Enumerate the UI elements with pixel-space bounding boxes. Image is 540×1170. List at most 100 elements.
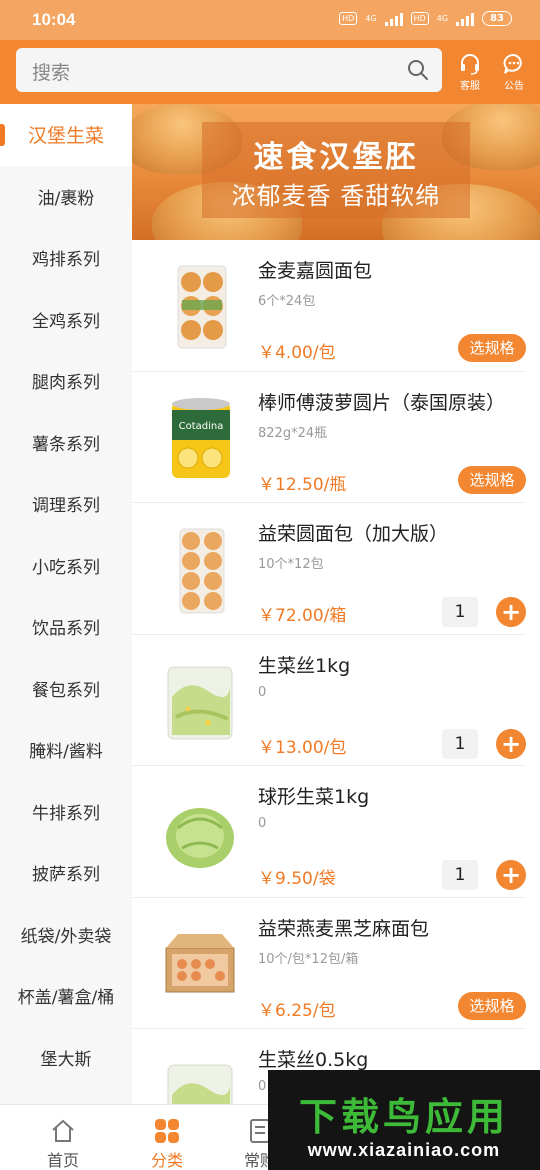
product-name: 益荣圆面包（加大版） bbox=[258, 523, 449, 545]
category-label: 腿肉系列 bbox=[32, 373, 100, 394]
product-price: ￥72.00/箱 bbox=[258, 606, 347, 626]
bun-pack-icon bbox=[179, 528, 225, 614]
product-spec: 0 bbox=[258, 1079, 267, 1094]
search-placeholder: 搜索 bbox=[32, 62, 71, 84]
can-label: Cotadina bbox=[179, 421, 224, 432]
category-item[interactable]: 腌料/酱料 bbox=[0, 719, 132, 781]
quantity-field[interactable]: 1 bbox=[442, 728, 478, 759]
product-spec: 822g*24瓶 bbox=[258, 425, 328, 441]
app-header: 10:04 HD 4G HD 4G 83 搜索 客服 公告 bbox=[0, 0, 540, 104]
bread-box-icon bbox=[165, 933, 235, 992]
hd-badge-2: HD bbox=[410, 12, 429, 25]
customer-service-button[interactable]: 客服 bbox=[448, 52, 492, 92]
product-item[interactable]: 球形生菜1kg 0 ￥9.50/袋 1 + bbox=[132, 766, 526, 898]
headset-icon bbox=[461, 54, 479, 75]
category-item[interactable]: 堡大斯 bbox=[0, 1027, 132, 1089]
product-price: ￥4.00/包 bbox=[258, 343, 336, 363]
tab-home[interactable]: 首页 bbox=[13, 1105, 113, 1170]
product-spec: 0 bbox=[258, 684, 267, 700]
category-label: 堡大斯 bbox=[40, 1049, 92, 1070]
plus-icon: + bbox=[500, 861, 522, 889]
home-icon bbox=[52, 1119, 74, 1142]
product-price: ￥12.50/瓶 bbox=[258, 474, 347, 495]
quantity-field[interactable]: 1 bbox=[442, 597, 478, 627]
category-item[interactable]: 鸡排系列 bbox=[0, 227, 132, 289]
network-label: 4G bbox=[365, 14, 377, 23]
notice-button[interactable]: 公告 bbox=[492, 52, 536, 92]
banner-subtitle: 浓郁麦香 香甜软绵 bbox=[231, 182, 441, 210]
product-name: 生菜丝0.5kg bbox=[258, 1049, 369, 1071]
category-label: 调理系列 bbox=[32, 496, 100, 517]
pineapple-can-icon: Cotadina bbox=[172, 397, 230, 478]
product-price: ￥9.50/袋 bbox=[258, 869, 336, 889]
category-label: 全鸡系列 bbox=[32, 311, 100, 332]
category-label: 纸袋/外卖袋 bbox=[20, 926, 112, 947]
product-spec: 6个*24包 bbox=[258, 294, 316, 309]
signal-icon-2 bbox=[456, 12, 475, 26]
select-spec-button[interactable]: 选规格 bbox=[458, 465, 526, 494]
lettuce-bag-icon bbox=[167, 666, 233, 739]
search-icon[interactable] bbox=[406, 58, 430, 82]
select-spec-button[interactable]: 选规格 bbox=[458, 334, 526, 362]
category-label: 饮品系列 bbox=[32, 619, 100, 640]
search-input[interactable]: 搜索 bbox=[16, 48, 442, 92]
promo-banner[interactable]: 速食汉堡胚 浓郁麦香 香甜软绵 bbox=[132, 104, 540, 240]
bun-pack-icon bbox=[177, 265, 227, 349]
product-name: 益荣燕麦黑芝麻面包 bbox=[258, 917, 430, 940]
quantity-field[interactable]: 1 bbox=[442, 860, 478, 890]
product-item[interactable]: 益荣圆面包（加大版） 10个*12包 ￥72.00/箱 1 + bbox=[132, 503, 526, 635]
add-to-cart-button[interactable]: + bbox=[496, 860, 526, 890]
category-sidebar: 汉堡生菜 油/裹粉 鸡排系列 全鸡系列 腿肉系列 薯条系列 调理系列 小吃系列 … bbox=[0, 104, 132, 1104]
product-item[interactable]: 益荣燕麦黑芝麻面包 10个/包*12包/箱 ￥6.25/包 选规格 bbox=[132, 898, 526, 1029]
category-item-hamburger[interactable]: 汉堡生菜 bbox=[0, 104, 132, 166]
category-item[interactable]: 小吃系列 bbox=[0, 535, 132, 597]
category-item[interactable]: 全鸡系列 bbox=[0, 289, 132, 351]
hd-badge: HD bbox=[339, 12, 358, 25]
category-item[interactable]: 饮品系列 bbox=[0, 596, 132, 658]
network-label-2: 4G bbox=[436, 14, 449, 23]
category-item[interactable]: 牛排系列 bbox=[0, 781, 132, 843]
tab-label: 分类 bbox=[150, 1151, 183, 1170]
category-label: 鸡排系列 bbox=[32, 250, 100, 271]
notice-label: 公告 bbox=[504, 81, 524, 92]
product-list: 金麦嘉圆面包 6个*24包 ￥4.00/包 选规格 Cotadina 棒师傅菠萝… bbox=[132, 240, 540, 1104]
select-spec-button[interactable]: 选规格 bbox=[458, 991, 526, 1020]
lettuce-head-icon bbox=[166, 808, 234, 868]
category-item[interactable]: 薯条系列 bbox=[0, 412, 132, 474]
message-icon bbox=[503, 54, 522, 74]
category-label: 餐包系列 bbox=[32, 680, 100, 701]
category-label: 汉堡生菜 bbox=[27, 125, 104, 148]
status-time: 10:04 bbox=[32, 10, 76, 29]
tab-category[interactable]: 分类 bbox=[117, 1105, 217, 1170]
status-bar: 10:04 HD 4G HD 4G 83 bbox=[0, 0, 540, 40]
product-price: ￥13.00/包 bbox=[258, 737, 347, 758]
product-name: 棒师傅菠萝圆片（泰国原装） bbox=[258, 391, 506, 414]
category-item[interactable]: 杯盖/薯盒/桶 bbox=[0, 965, 132, 1027]
plus-icon: + bbox=[500, 729, 522, 758]
category-grid-icon bbox=[155, 1119, 179, 1143]
product-spec: 10个/包*12包/箱 bbox=[258, 951, 359, 967]
category-item[interactable]: 油/裹粉 bbox=[0, 166, 132, 228]
category-item[interactable]: 餐包系列 bbox=[0, 658, 132, 720]
category-label: 小吃系列 bbox=[32, 557, 100, 578]
product-item[interactable]: 金麦嘉圆面包 6个*24包 ￥4.00/包 选规格 bbox=[132, 240, 526, 372]
watermark: 下载鸟应用 www.xiazainiao.com bbox=[268, 1070, 540, 1170]
add-to-cart-button[interactable]: + bbox=[496, 728, 526, 759]
product-spec: 0 bbox=[258, 816, 267, 831]
category-label: 杯盖/薯盒/桶 bbox=[17, 988, 115, 1009]
category-item[interactable]: 纸袋/外卖袋 bbox=[0, 904, 132, 966]
status-icons: HD 4G HD 4G 83 bbox=[339, 11, 512, 26]
category-item[interactable]: 调理系列 bbox=[0, 473, 132, 535]
plus-icon: + bbox=[500, 598, 522, 626]
category-item[interactable]: 披萨系列 bbox=[0, 842, 132, 904]
category-item[interactable]: 腿肉系列 bbox=[0, 350, 132, 412]
product-name: 球形生菜1kg bbox=[258, 786, 370, 808]
product-item[interactable]: 生菜丝1kg 0 ￥13.00/包 1 + bbox=[132, 635, 526, 766]
product-item[interactable]: Cotadina 棒师傅菠萝圆片（泰国原装） 822g*24瓶 ￥12.50/瓶… bbox=[132, 372, 526, 503]
signal-icon bbox=[384, 12, 403, 26]
watermark-title: 下载鸟应用 bbox=[298, 1095, 509, 1139]
category-label: 披萨系列 bbox=[32, 865, 100, 886]
tab-label: 首页 bbox=[46, 1151, 79, 1170]
category-label: 薯条系列 bbox=[32, 434, 100, 455]
add-to-cart-button[interactable]: + bbox=[496, 597, 526, 627]
